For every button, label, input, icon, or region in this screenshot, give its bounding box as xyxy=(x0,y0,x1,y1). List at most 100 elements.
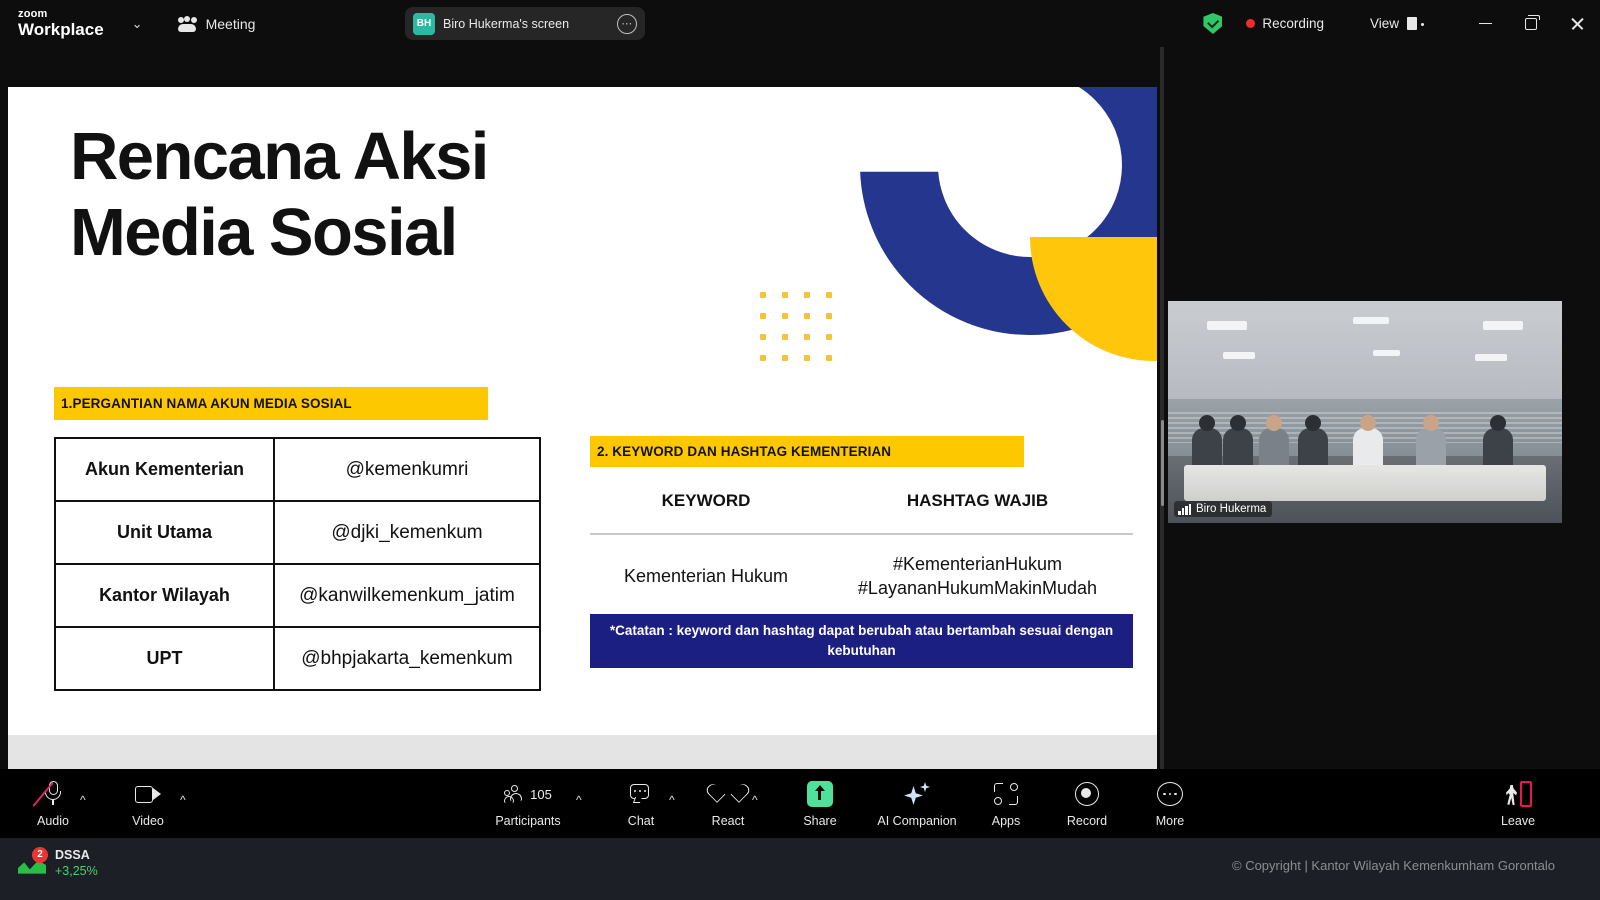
recording-status-badge[interactable]: Recording xyxy=(1246,16,1324,31)
minimize-button[interactable] xyxy=(1462,0,1508,47)
account-handle-cell: @djki_kemenkum xyxy=(273,500,541,565)
meeting-tab[interactable]: Meeting xyxy=(177,15,256,32)
shared-screen-stage: Rencana Aksi Media Sosial 1.PERGANTIAN N… xyxy=(0,47,1160,782)
more-options-icon[interactable]: ⋯ xyxy=(617,13,637,34)
recording-label: Recording xyxy=(1262,16,1324,31)
zoom-logo-line1: zoom xyxy=(18,8,48,20)
leave-button[interactable]: Leave xyxy=(1481,779,1555,828)
leave-door-icon xyxy=(1504,779,1532,809)
meeting-control-bar: Audio ^ Video ^ 105 Participants ^ Chat … xyxy=(0,769,1600,838)
workspace-chevron-down-icon[interactable]: ⌄ xyxy=(132,16,143,32)
audio-button[interactable]: Audio xyxy=(16,779,90,828)
decorative-yellow-semicircle xyxy=(1030,237,1157,361)
stage-scrollbar[interactable] xyxy=(1160,47,1164,769)
ai-companion-button[interactable]: AI Companion xyxy=(877,779,957,828)
leave-label: Leave xyxy=(1500,814,1536,828)
accounts-table: Akun Kementerian @kemenkumri Unit Utama @dj… xyxy=(54,437,541,691)
video-button[interactable]: Video xyxy=(111,779,185,828)
apps-label: Apps xyxy=(991,814,1021,828)
active-share-pill[interactable]: BH Biro Hukerma's screen ⋯ xyxy=(405,7,645,40)
video-participant-label: Biro Hukerma xyxy=(1174,501,1273,517)
share-screen-icon xyxy=(807,779,833,809)
meeting-security-shield-icon[interactable] xyxy=(1203,13,1223,34)
title-bar: zoom Workplace ⌄ Meeting BH Biro Hukerma… xyxy=(0,0,1600,47)
stock-change: +3,25% xyxy=(55,863,98,878)
share-label: Share xyxy=(803,814,837,828)
video-participant-name: Biro Hukerma xyxy=(1196,503,1267,515)
participants-count: 105 xyxy=(530,786,552,802)
chat-button[interactable]: Chat xyxy=(604,779,678,828)
video-label: Video xyxy=(132,814,164,828)
layout-view-icon xyxy=(1407,17,1424,30)
table-row: Kementerian Hukum #KementerianHukum #Lay… xyxy=(590,552,1133,601)
participants-label: Participants xyxy=(495,814,561,828)
scrollbar-thumb[interactable] xyxy=(1161,420,1164,506)
account-type-cell: Unit Utama xyxy=(54,500,275,565)
record-icon xyxy=(1075,779,1099,809)
stock-widget-text: DSSA +3,25% xyxy=(55,848,98,879)
apps-icon xyxy=(994,779,1018,809)
section-1-heading: 1.PERGANTIAN NAMA AKUN MEDIA SOSIAL xyxy=(54,387,488,420)
chat-label: Chat xyxy=(627,814,655,828)
windows-taskbar: 2 DSSA +3,25% Search 🐱 Ps A T xyxy=(0,838,1600,900)
stock-symbol: DSSA xyxy=(55,848,90,862)
participants-button[interactable]: 105 Participants xyxy=(491,779,565,828)
account-handle-cell: @bhpjakarta_kemenkum xyxy=(273,626,541,691)
apps-button[interactable]: Apps xyxy=(969,779,1043,828)
notification-badge: 2 xyxy=(32,846,48,863)
decorative-dot-grid xyxy=(760,292,836,361)
stock-widget[interactable]: 2 DSSA +3,25% xyxy=(18,846,98,879)
meeting-tab-label: Meeting xyxy=(205,15,256,32)
recording-dot-icon xyxy=(1246,19,1256,28)
react-chevron-up-icon[interactable]: ^ xyxy=(752,793,758,807)
title-bar-right-group: Recording View xyxy=(1203,0,1600,47)
account-handle-cell: @kemenkumri xyxy=(273,437,541,502)
microphone-muted-icon xyxy=(31,779,62,809)
more-label: More xyxy=(1155,814,1185,828)
account-type-cell: UPT xyxy=(54,626,275,691)
keyword-table-divider xyxy=(590,533,1133,535)
close-icon xyxy=(1570,16,1585,31)
keyword-column-header: KEYWORD xyxy=(661,491,751,510)
audio-label: Audio xyxy=(37,814,69,828)
minimize-icon xyxy=(1478,22,1492,25)
more-ellipsis-icon xyxy=(1157,779,1183,809)
view-label: View xyxy=(1369,16,1399,31)
share-button[interactable]: Share xyxy=(783,779,857,828)
section-2-heading: 2. KEYWORD DAN HASHTAG KEMENTERIAN xyxy=(590,436,1024,467)
maximize-icon xyxy=(1525,14,1540,30)
people-icon xyxy=(177,15,197,32)
chat-bubble-icon xyxy=(630,779,652,809)
hashtag-column-header: HASHTAG WAJIB xyxy=(906,491,1049,510)
sparkle-icon xyxy=(904,779,930,809)
react-label: React xyxy=(711,814,745,828)
audio-chevron-up-icon[interactable]: ^ xyxy=(80,793,86,807)
ai-companion-label: AI Companion xyxy=(877,814,957,828)
heart-icon xyxy=(717,779,739,809)
chat-chevron-up-icon[interactable]: ^ xyxy=(669,793,675,807)
hashtag-value: #KementerianHukum #LayananHukumMakinMuda… xyxy=(857,554,1098,599)
avatar: BH xyxy=(413,12,435,35)
audio-signal-icon xyxy=(1178,503,1192,515)
note-banner: *Catatan : keyword dan hashtag dapat ber… xyxy=(590,614,1133,668)
table-row: UPT @bhpjakarta_kemenkum xyxy=(54,626,541,691)
zoom-meeting-window: zoom Workplace ⌄ Meeting BH Biro Hukerma… xyxy=(0,0,1600,900)
more-button[interactable]: More xyxy=(1133,779,1207,828)
camera-icon xyxy=(135,779,161,809)
close-button[interactable] xyxy=(1554,0,1600,47)
table-row: Unit Utama @djki_kemenkum xyxy=(54,500,541,565)
zoom-logo: zoom Workplace xyxy=(18,8,104,39)
account-handle-cell: @kanwilkemenkum_jatim xyxy=(273,563,541,628)
video-chevron-up-icon[interactable]: ^ xyxy=(180,793,186,807)
presentation-slide: Rencana Aksi Media Sosial 1.PERGANTIAN N… xyxy=(8,87,1157,735)
participant-video-tile[interactable]: Biro Hukerma xyxy=(1168,301,1562,523)
participants-chevron-up-icon[interactable]: ^ xyxy=(576,793,582,807)
share-title: Biro Hukerma's screen xyxy=(443,16,570,31)
participants-icon: 105 xyxy=(504,779,552,809)
account-type-cell: Kantor Wilayah xyxy=(54,563,275,628)
view-button[interactable]: View xyxy=(1370,16,1424,31)
maximize-button[interactable] xyxy=(1508,0,1554,47)
record-button[interactable]: Record xyxy=(1050,779,1124,828)
account-type-cell: Akun Kementerian xyxy=(54,437,275,502)
table-row: Kantor Wilayah @kanwilkemenkum_jatim xyxy=(54,563,541,628)
